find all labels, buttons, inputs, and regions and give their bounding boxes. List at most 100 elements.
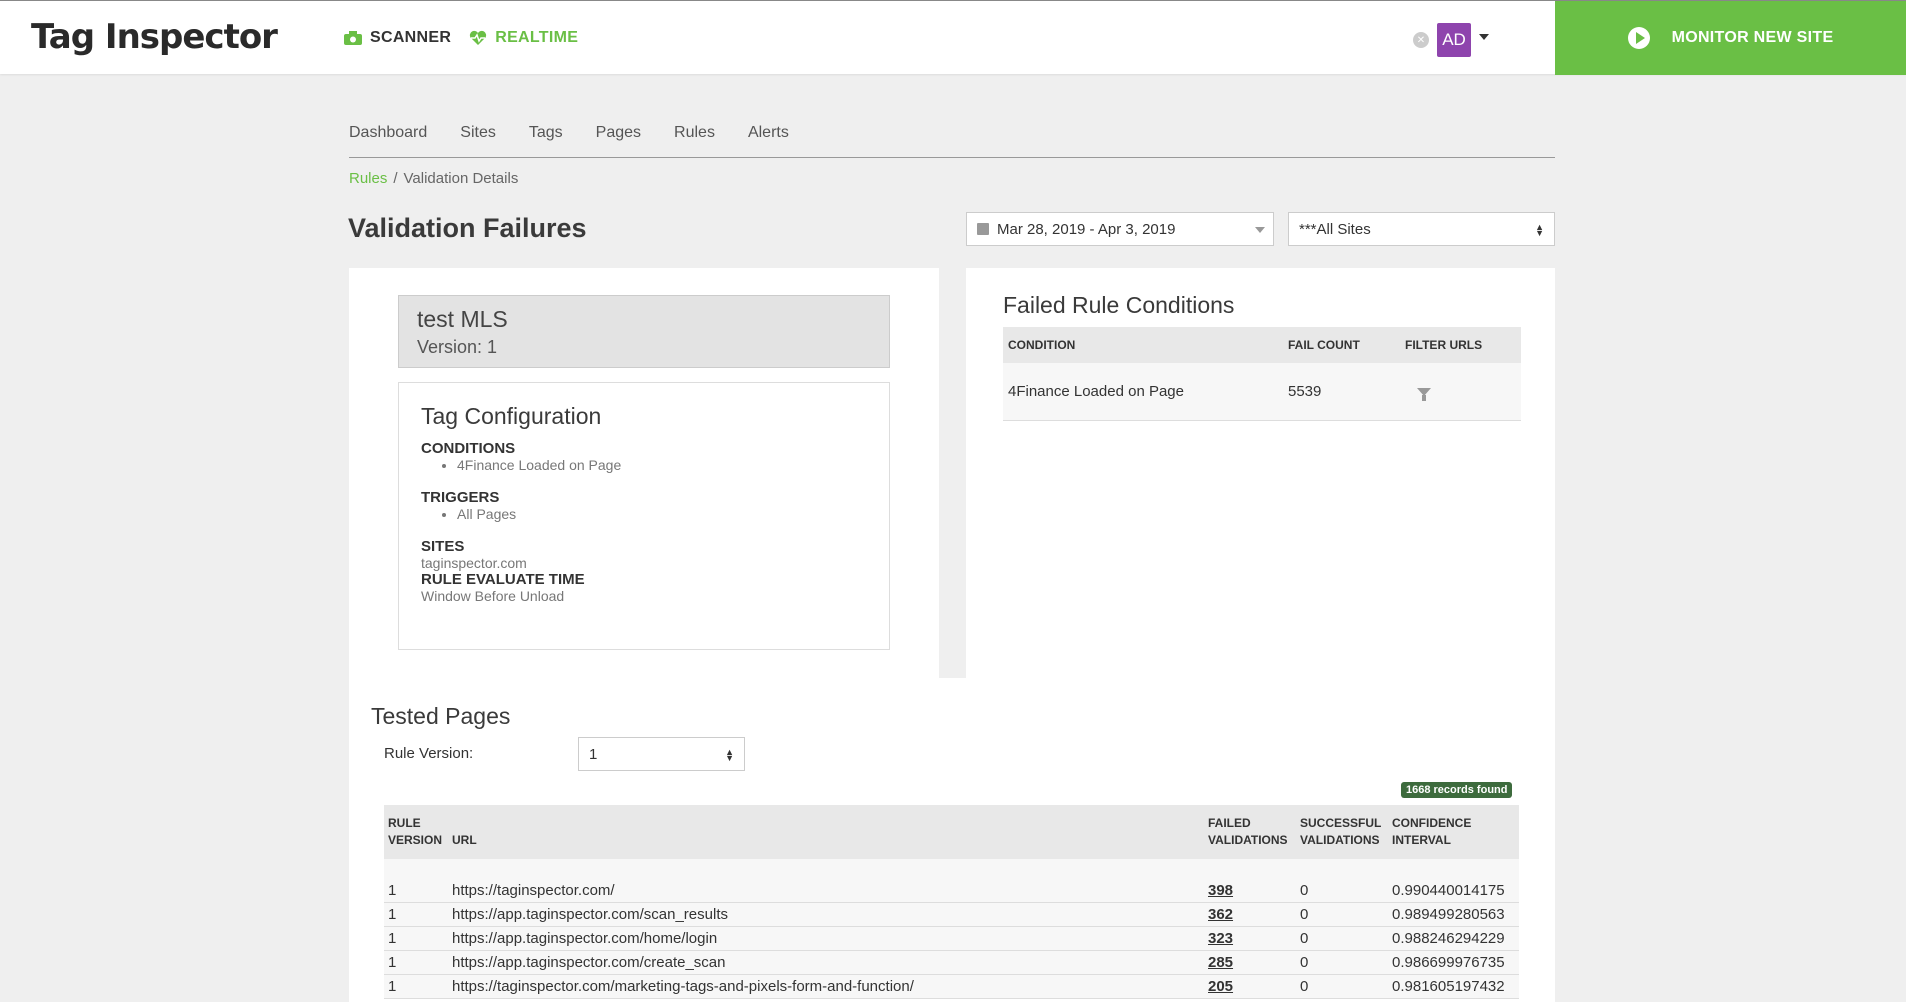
- tab-sites[interactable]: Sites: [460, 124, 496, 157]
- rule-version-label: Rule Version:: [384, 745, 474, 762]
- table-header: RULE VERSION URL FAILED VALIDATIONS SUCCES…: [384, 805, 1519, 859]
- failed-conditions-title: Failed Rule Conditions: [1003, 292, 1235, 318]
- tag-config-title: Tag Configuration: [421, 403, 602, 429]
- failed-validations-link[interactable]: 323: [1204, 930, 1296, 947]
- successful-validations-cell: 0: [1300, 978, 1309, 995]
- failed-validations-link[interactable]: 285: [1204, 954, 1296, 971]
- rule-version: Version: 1: [417, 337, 498, 357]
- table-row: 1 https://app.taginspector.com/home/logi…: [384, 927, 1519, 951]
- date-range-picker[interactable]: Mar 28, 2019 - Apr 3, 2019: [966, 212, 1274, 246]
- rule-header: test MLS Version: 1: [398, 295, 890, 368]
- avatar-initials: AD: [1442, 30, 1466, 49]
- calendar-icon: [977, 223, 989, 235]
- nav-realtime[interactable]: REALTIME: [469, 29, 578, 47]
- rule-version-cell: 1: [388, 978, 397, 995]
- tab-alerts[interactable]: Alerts: [748, 124, 789, 157]
- url-cell: https://app.taginspector.com/scan_result…: [452, 906, 728, 923]
- column-header-confidence: CONFIDENCE INTERVAL: [1392, 816, 1472, 847]
- site-select[interactable]: ***All Sites ▲ ▼: [1288, 212, 1555, 246]
- confidence-cell: 0.986699976735: [1392, 954, 1505, 971]
- breadcrumb-rules-link[interactable]: Rules: [349, 170, 387, 187]
- tab-tags[interactable]: Tags: [529, 124, 563, 157]
- condition-item: 4Finance Loaded on Page: [457, 457, 867, 473]
- failed-validations-link[interactable]: 362: [1204, 906, 1296, 923]
- column-header-successful: SUCCESSFUL VALIDATIONS: [1300, 816, 1382, 847]
- records-badge: 1668 records found: [1401, 782, 1513, 798]
- triggers-label: TRIGGERS: [421, 489, 500, 506]
- breadcrumb-separator: /: [393, 170, 398, 187]
- rule-version-cell: 1: [388, 954, 397, 971]
- successful-validations-cell: 0: [1300, 882, 1309, 899]
- tested-pages-section: Tested Pages Rule Version: 1 ▲ ▼ 1668 rec…: [349, 678, 1555, 1002]
- rule-name: test MLS: [417, 306, 508, 332]
- column-header-rule-version: RULE VERSION: [388, 816, 443, 847]
- successful-validations-cell: 0: [1300, 906, 1309, 923]
- rule-version-cell: 1: [388, 882, 397, 899]
- nav-realtime-label: REALTIME: [495, 29, 579, 46]
- site-select-value: ***All Sites: [1299, 220, 1371, 238]
- user-area: ✕ AD: [1413, 23, 1489, 57]
- select-arrows-icon: ▲ ▼: [725, 747, 734, 763]
- condition-cell: 4Finance Loaded on Page: [1008, 383, 1184, 400]
- nav-scanner-label: SCANNER: [370, 29, 452, 46]
- confidence-cell: 0.981605197432: [1392, 978, 1505, 995]
- avatar[interactable]: AD: [1437, 23, 1471, 57]
- breadcrumb: Rules / Validation Details: [349, 170, 518, 187]
- date-range-value: Mar 28, 2019 - Apr 3, 2019: [997, 220, 1176, 238]
- sub-nav: Dashboard Sites Tags Pages Rules Alerts: [349, 124, 1555, 158]
- tested-pages-title: Tested Pages: [371, 703, 511, 729]
- tab-pages[interactable]: Pages: [596, 124, 641, 157]
- heartbeat-icon: [470, 30, 487, 45]
- confidence-cell: 0.989499280563: [1392, 906, 1505, 923]
- filter-icon[interactable]: [1417, 387, 1431, 401]
- rule-version-cell: 1: [388, 930, 397, 947]
- top-bar: Tag Inspector SCANNER REALTIME ✕ AD MONI…: [0, 0, 1906, 75]
- fail-count-cell: 5539: [1288, 383, 1322, 400]
- failed-validations-link[interactable]: 205: [1204, 978, 1296, 995]
- url-cell: https://app.taginspector.com/home/login: [452, 930, 718, 947]
- monitor-button-label: MONITOR NEW SITE: [1671, 29, 1834, 46]
- table-header: CONDITION FAIL COUNT FILTER URLS: [1003, 327, 1521, 363]
- conditions-list: 4Finance Loaded on Page: [457, 457, 867, 473]
- breadcrumb-current: Validation Details: [403, 170, 519, 187]
- rule-version-select[interactable]: 1 ▲ ▼: [578, 737, 745, 771]
- column-header: FAIL COUNT: [1288, 338, 1360, 352]
- rule-version-value: 1: [589, 745, 598, 763]
- sites-value: taginspector.com: [421, 555, 527, 571]
- confidence-cell: 0.990440014175: [1392, 882, 1505, 899]
- table-row: 1 https://app.taginspector.com/scan_resu…: [384, 903, 1519, 927]
- rule-details-card: test MLS Version: 1 Tag Configuration CO…: [349, 268, 939, 678]
- filter-cell: [1400, 387, 1521, 401]
- failed-validations-link[interactable]: 398: [1204, 882, 1296, 899]
- tab-rules[interactable]: Rules: [674, 124, 715, 157]
- failed-conditions-table: CONDITION FAIL COUNT FILTER URLS 4Financ…: [1003, 327, 1521, 421]
- column-header: CONDITION: [1008, 338, 1076, 352]
- select-arrows-icon: ▲ ▼: [1535, 222, 1544, 238]
- top-nav: SCANNER REALTIME: [344, 29, 578, 47]
- table-row: 1 https://app.taginspector.com/create_sc…: [384, 951, 1519, 975]
- trigger-item: All Pages: [457, 506, 867, 522]
- column-header: FILTER URLS: [1405, 338, 1483, 352]
- logo[interactable]: Tag Inspector: [31, 17, 278, 57]
- column-header-url: URL: [452, 833, 477, 847]
- table-row: 1 https://taginspector.com/marketing-tag…: [384, 975, 1519, 999]
- table-row: 4Finance Loaded on Page 5539: [1003, 363, 1521, 421]
- conditions-label: CONDITIONS: [421, 440, 516, 457]
- chevron-down-icon[interactable]: [1479, 34, 1489, 40]
- table-row: 1 https://taginspector.com/ 398 0 0.9904…: [384, 879, 1519, 903]
- triggers-list: All Pages: [457, 506, 867, 522]
- rule-version-cell: 1: [388, 906, 397, 923]
- column-header-failed: FAILED VALIDATIONS: [1208, 816, 1288, 847]
- logo-text: Tag Inspector: [31, 17, 278, 57]
- successful-validations-cell: 0: [1300, 954, 1309, 971]
- camera-icon: [344, 31, 362, 45]
- status-icon: ✕: [1413, 32, 1429, 48]
- nav-scanner[interactable]: SCANNER: [344, 29, 451, 47]
- tab-dashboard[interactable]: Dashboard: [349, 124, 427, 157]
- monitor-new-site-button[interactable]: MONITOR NEW SITE: [1555, 1, 1906, 75]
- chevron-down-icon: [1255, 227, 1265, 233]
- play-icon: [1627, 27, 1650, 49]
- eval-time-label: RULE EVALUATE TIME: [421, 571, 585, 588]
- page-title: Validation Failures: [348, 213, 587, 243]
- confidence-cell: 0.988246294229: [1392, 930, 1505, 947]
